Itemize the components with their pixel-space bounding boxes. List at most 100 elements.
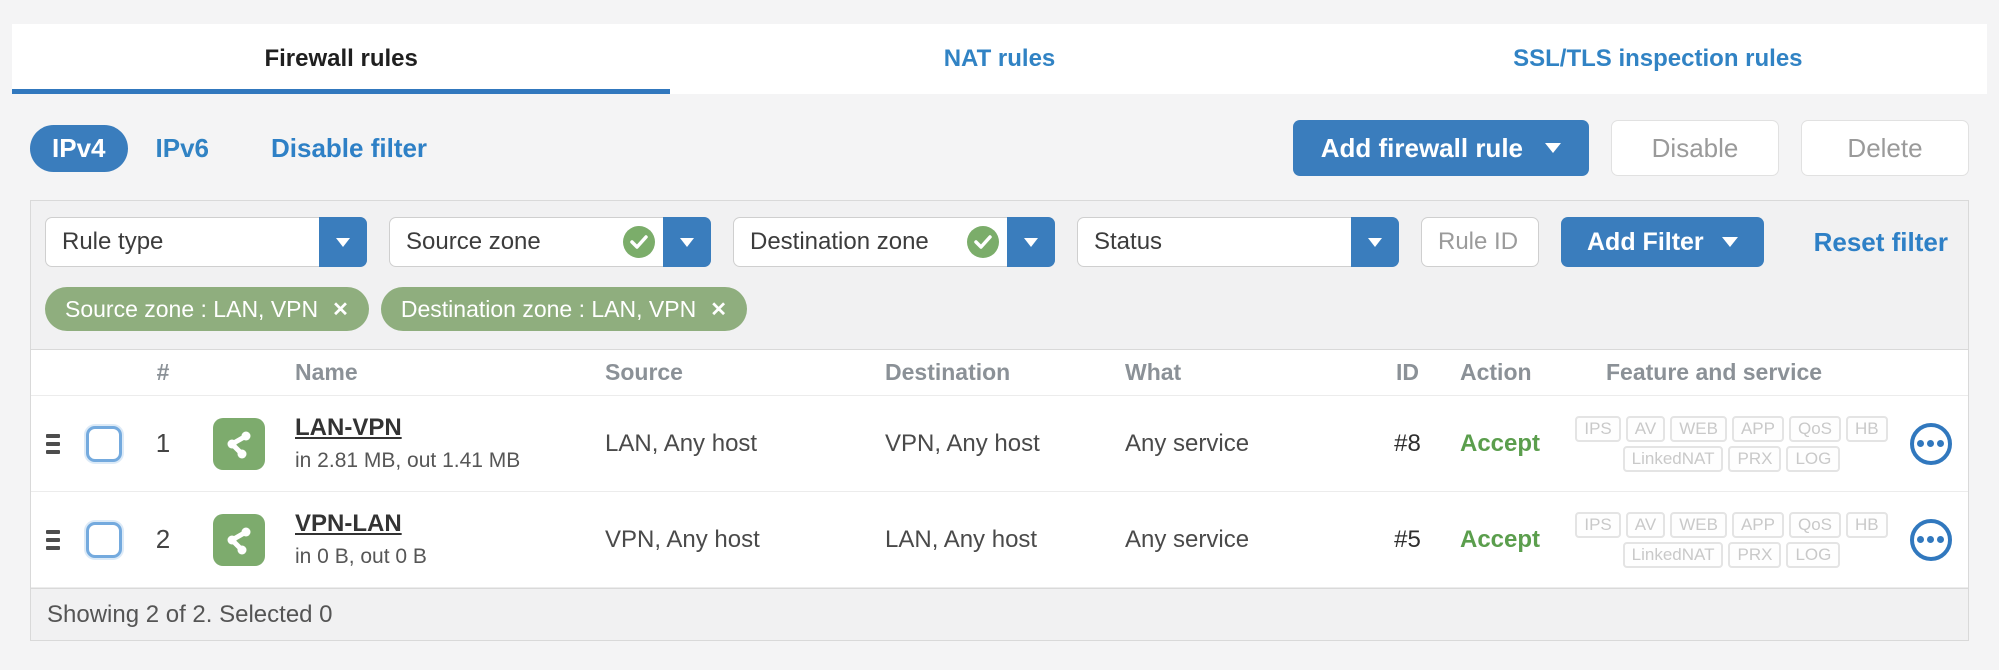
firewall-rules-panel: Rule type Source zone Destination zone S…	[30, 200, 1969, 641]
header-id: ID	[1396, 359, 1419, 385]
row-number: 1	[155, 428, 171, 458]
badge-qos: QoS	[1788, 415, 1841, 442]
chevron-down-icon	[1721, 237, 1738, 247]
tab-nat-rules[interactable]: NAT rules	[670, 24, 1328, 94]
row-number: 2	[155, 524, 171, 554]
rule-name-link[interactable]: LAN-VPN	[295, 414, 402, 442]
row-checkbox[interactable]	[86, 521, 122, 558]
badge-qos: QoS	[1788, 511, 1841, 538]
check-circle-icon	[623, 226, 655, 258]
badge-prx: PRX	[1728, 541, 1782, 568]
header-destination: Destination	[885, 359, 1011, 385]
feature-badges: IPS AV WEB APP QoS HB LinkedNAT PRX LOG	[1570, 415, 1893, 472]
disable-filter-link[interactable]: Disable filter	[271, 133, 427, 164]
rules-table: # Name Source Destination What ID Action…	[31, 349, 1968, 588]
share-icon[interactable]	[213, 513, 265, 566]
add-filter-button[interactable]: Add Filter	[1561, 217, 1764, 267]
ellipsis-menu-icon[interactable]	[1909, 422, 1952, 465]
rule-action: Accept	[1460, 525, 1541, 553]
badge-log: LOG	[1786, 541, 1841, 568]
rule-source: LAN, Any host	[605, 429, 758, 457]
filter-chip-label: Destination zone : LAN, VPN	[400, 295, 697, 322]
ellipsis-menu-icon[interactable]	[1909, 518, 1952, 561]
active-filter-chips: Source zone : LAN, VPN ✕ Destination zon…	[45, 287, 1954, 331]
badge-linkednat: LinkedNAT	[1622, 445, 1724, 472]
table-row: 2 VPN-LAN in 0 B, out 0 B VPN, Any host …	[31, 492, 1968, 588]
tab-ssl-tls-inspection-rules[interactable]: SSL/TLS inspection rules	[1329, 24, 1987, 94]
badge-hb: HB	[1846, 415, 1888, 442]
badge-av: AV	[1625, 415, 1666, 442]
table-row: 1 LAN-VPN in 2.81 MB, out 1.41 MB LAN, A…	[31, 396, 1968, 492]
row-checkbox[interactable]	[86, 425, 122, 462]
filter-chip-destination-zone[interactable]: Destination zone : LAN, VPN ✕	[380, 287, 747, 331]
destination-zone-dropdown[interactable]: Destination zone	[733, 217, 1055, 267]
rule-id: #5	[1394, 525, 1421, 553]
badge-web: WEB	[1670, 415, 1727, 442]
rule-destination: VPN, Any host	[885, 429, 1040, 457]
drag-handle-icon[interactable]	[46, 433, 60, 454]
chevron-down-icon[interactable]	[1351, 217, 1399, 267]
add-filter-label: Add Filter	[1587, 227, 1704, 256]
rule-source: VPN, Any host	[605, 525, 760, 553]
ipv4-toggle[interactable]: IPv4	[30, 124, 128, 172]
showing-count-text: Showing 2 of 2. Selected 0	[47, 600, 333, 628]
disable-button[interactable]: Disable	[1611, 120, 1779, 176]
chevron-down-icon[interactable]	[1007, 217, 1055, 267]
ipv6-toggle[interactable]: IPv6	[156, 133, 210, 164]
rule-id: #8	[1394, 429, 1421, 457]
header-action: Action	[1460, 359, 1532, 385]
rule-action: Accept	[1460, 429, 1541, 457]
filter-row: Rule type Source zone Destination zone S…	[45, 217, 1954, 267]
destination-zone-dropdown-label: Destination zone	[750, 228, 929, 255]
tab-bar: Firewall rules NAT rules SSL/TLS inspect…	[12, 24, 1987, 94]
header-what: What	[1125, 359, 1182, 385]
feature-badges: IPS AV WEB APP QoS HB LinkedNAT PRX LOG	[1570, 511, 1893, 568]
status-dropdown-label: Status	[1094, 228, 1163, 255]
rule-traffic: in 2.81 MB, out 1.41 MB	[295, 449, 521, 472]
rule-what: Any service	[1125, 429, 1250, 457]
tab-firewall-rules[interactable]: Firewall rules	[12, 24, 671, 94]
filter-chip-label: Source zone : LAN, VPN	[65, 295, 319, 322]
rule-type-dropdown[interactable]: Rule type	[45, 217, 367, 267]
rule-traffic: in 0 B, out 0 B	[295, 545, 427, 568]
rule-type-dropdown-label: Rule type	[62, 228, 164, 255]
source-zone-dropdown[interactable]: Source zone	[389, 217, 711, 267]
delete-button[interactable]: Delete	[1801, 120, 1969, 176]
badge-app: APP	[1731, 511, 1784, 538]
badge-linkednat: LinkedNAT	[1622, 541, 1724, 568]
close-icon[interactable]: ✕	[710, 297, 727, 322]
rule-name-link[interactable]: VPN-LAN	[295, 510, 402, 538]
status-dropdown[interactable]: Status	[1077, 217, 1399, 267]
badge-hb: HB	[1846, 511, 1888, 538]
badge-ips: IPS	[1575, 511, 1621, 538]
add-firewall-rule-label: Add firewall rule	[1320, 132, 1523, 163]
rule-destination: LAN, Any host	[885, 525, 1038, 553]
badge-ips: IPS	[1575, 415, 1621, 442]
chevron-down-icon[interactable]	[663, 217, 711, 267]
badge-av: AV	[1625, 511, 1666, 538]
toolbar: IPv4 IPv6 Disable filter Add firewall ru…	[30, 120, 1969, 176]
source-zone-dropdown-label: Source zone	[406, 228, 541, 255]
check-circle-icon	[967, 226, 999, 258]
table-footer: Showing 2 of 2. Selected 0	[31, 588, 1968, 640]
add-firewall-rule-button[interactable]: Add firewall rule	[1292, 120, 1589, 176]
drag-handle-icon[interactable]	[46, 529, 60, 550]
header-name: Name	[295, 359, 358, 385]
close-icon[interactable]: ✕	[332, 297, 349, 322]
chevron-down-icon[interactable]	[319, 217, 367, 267]
header-source: Source	[605, 359, 683, 385]
header-features: Feature and service	[1606, 359, 1823, 385]
rule-what: Any service	[1125, 525, 1250, 553]
badge-web: WEB	[1670, 511, 1727, 538]
reset-filter-link[interactable]: Reset filter	[1814, 227, 1948, 258]
badge-app: APP	[1731, 415, 1784, 442]
filter-chip-source-zone[interactable]: Source zone : LAN, VPN ✕	[45, 287, 369, 331]
badge-log: LOG	[1786, 445, 1841, 472]
table-header-row: # Name Source Destination What ID Action…	[31, 350, 1968, 396]
header-num: #	[156, 359, 170, 385]
badge-prx: PRX	[1728, 445, 1782, 472]
rule-id-input[interactable]	[1421, 217, 1539, 267]
chevron-down-icon	[1545, 143, 1561, 153]
filter-section: Rule type Source zone Destination zone S…	[31, 201, 1968, 349]
share-icon[interactable]	[213, 417, 265, 470]
